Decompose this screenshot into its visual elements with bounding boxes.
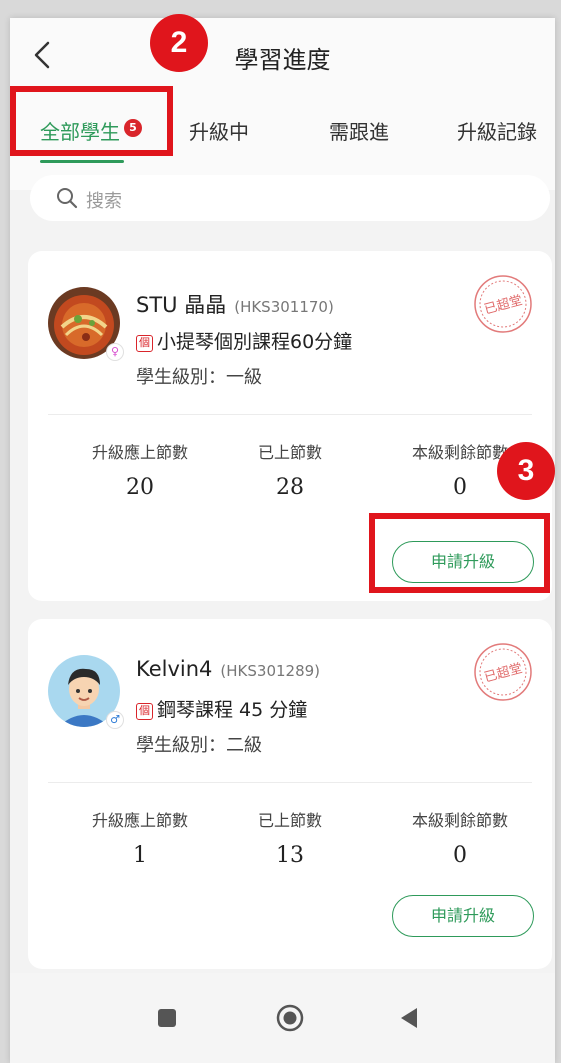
- student-code: (HKS301289): [220, 662, 321, 680]
- stat-label-required: 升級應上節數: [91, 811, 188, 830]
- student-code: (HKS301170): [234, 298, 334, 316]
- tab-upgrading[interactable]: 升級中: [189, 116, 249, 145]
- course-line: 個小提琴個別課程60分鐘: [136, 327, 352, 354]
- tab-follow-up[interactable]: 需跟進: [329, 116, 389, 145]
- divider: [48, 414, 532, 415]
- annotation-highlight-tab: [10, 86, 173, 156]
- student-name: Kelvin4: [136, 657, 213, 681]
- stamp-text: 已超堂: [483, 293, 525, 318]
- header: 學習進度: [10, 18, 555, 90]
- stat-value-attended: 28: [276, 475, 304, 500]
- stat-value-attended: 13: [276, 843, 304, 868]
- page-title: 學習進度: [234, 46, 331, 74]
- overtime-stamp-icon: 已超堂: [474, 275, 532, 333]
- home-icon[interactable]: [273, 1001, 307, 1035]
- student-name: STU 晶晶: [136, 293, 227, 317]
- gender-female-icon: ♀: [106, 343, 124, 361]
- student-level: 學生級別：二級: [136, 735, 262, 756]
- student-card[interactable]: ♂ Kelvin4 (HKS301289) 個鋼琴課程 45 分鐘 學生級別：二級…: [28, 619, 552, 969]
- course-type-tag: 個: [136, 703, 153, 720]
- tab-upgrade-records[interactable]: 升級記錄: [457, 116, 537, 145]
- stat-label-remaining: 本級剩餘節數: [411, 811, 508, 830]
- stat-value-remaining: 0: [453, 843, 467, 868]
- annotation-step-3: 3: [497, 442, 555, 500]
- search-bar[interactable]: 搜索: [30, 175, 550, 221]
- divider: [48, 782, 532, 783]
- system-nav-bar: [10, 973, 555, 1063]
- course-name: 鋼琴課程 45 分鐘: [157, 699, 308, 721]
- apply-upgrade-button[interactable]: 申請升級: [392, 895, 534, 937]
- student-name-line: Kelvin4 (HKS301289): [136, 657, 320, 681]
- stat-label-attended: 已上節數: [257, 811, 322, 830]
- student-level: 學生級別：一級: [136, 367, 262, 388]
- stamp-text: 已超堂: [483, 661, 525, 686]
- course-name: 小提琴個別課程60分鐘: [157, 331, 353, 353]
- gender-male-icon: ♂: [106, 711, 124, 729]
- course-line: 個鋼琴課程 45 分鐘: [136, 695, 307, 722]
- active-tab-indicator: [40, 160, 124, 163]
- annotation-highlight-apply: [369, 513, 550, 593]
- student-name-line: STU 晶晶 (HKS301170): [136, 289, 334, 319]
- search-input[interactable]: 搜索: [86, 187, 122, 213]
- stat-value-required: 20: [126, 475, 154, 500]
- recent-apps-icon[interactable]: [150, 1001, 184, 1035]
- back-triangle-icon[interactable]: [393, 1001, 427, 1035]
- annotation-step-2: 2: [150, 14, 208, 72]
- stat-value-required: 1: [133, 843, 147, 868]
- stat-label-attended: 已上節數: [257, 443, 322, 462]
- stat-label-required: 升級應上節數: [91, 443, 188, 462]
- course-type-tag: 個: [136, 335, 153, 352]
- overtime-stamp-icon: 已超堂: [474, 643, 532, 701]
- search-icon: [57, 188, 78, 209]
